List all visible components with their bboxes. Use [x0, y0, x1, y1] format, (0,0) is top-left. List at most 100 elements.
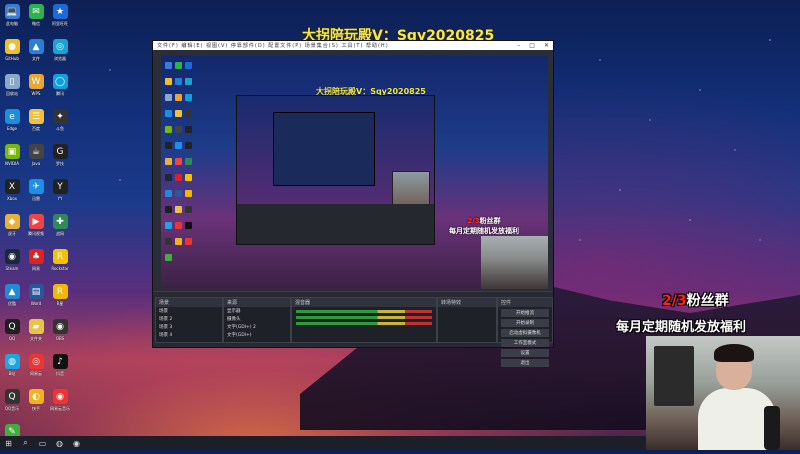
studio-mode-button[interactable]: 工作室模式	[501, 339, 549, 347]
scene-item[interactable]: 场景 4	[156, 331, 222, 339]
desktop-icon[interactable]: ♪ 抖音	[48, 354, 72, 384]
preview-promo-title: 粉丝群	[479, 217, 501, 225]
desktop-icon[interactable]: ☰ 百度	[24, 109, 48, 139]
settings-button[interactable]: 设置	[501, 349, 549, 357]
desktop-icon[interactable]: G 罗技	[48, 144, 72, 174]
desktop-icon[interactable]: ✉ 微信	[24, 4, 48, 34]
source-item[interactable]: 摄像头	[224, 315, 290, 323]
maximize-icon[interactable]: □	[529, 42, 535, 49]
preview-mini-icon	[165, 238, 172, 245]
desktop-icon[interactable]: X Xbox	[0, 179, 24, 209]
desktop-icon-label: 优酷	[8, 301, 16, 306]
desktop-icon[interactable]: R R星	[48, 284, 72, 314]
source-item[interactable]: 文字(GDI+) 2	[224, 323, 290, 331]
scene-item[interactable]: 场景 2	[156, 315, 222, 323]
desktop-icon[interactable]: ▰ 文件夹	[24, 319, 48, 349]
preview-mini-icon	[165, 110, 172, 117]
desktop-icon[interactable]: ▤ Word	[24, 284, 48, 314]
source-item[interactable]: 显示器	[224, 307, 290, 315]
desktop-icon-label: Word	[30, 301, 42, 306]
preview-mini-icon	[175, 126, 182, 133]
start-icon[interactable]: ⊞	[4, 439, 13, 448]
minimize-icon[interactable]: –	[517, 42, 520, 49]
desktop-icon[interactable]: ◍ B站	[0, 354, 24, 384]
desktop-icon[interactable]: ▯ 回收站	[0, 74, 24, 104]
mixer-track-mic[interactable]	[296, 316, 432, 319]
controls-panel[interactable]: 控件 开始推流 开始录制 启动虚拟摄像机 工作室模式 设置 退出	[497, 297, 553, 367]
desktop-icon[interactable]: e Edge	[0, 109, 24, 139]
desktop-icon-grid: 💻 此电脑 ✉ 微信 ★ 阿里旺旺 ● GitHub ▲ 文件 ◎ 浏览器 ▯ 回收站 W WPS ◯ 腾讯 e Ed…	[0, 0, 80, 446]
desktop-icon-label: 此电脑	[6, 21, 18, 26]
desktop-icon[interactable]: ▲ 优酷	[0, 284, 24, 314]
obs-icon[interactable]: ◉	[72, 439, 81, 448]
desktop-icon[interactable]: ▲ 文件	[24, 39, 48, 69]
desktop-icon[interactable]: Y YY	[48, 179, 72, 209]
desktop-icon[interactable]: ● GitHub	[0, 39, 24, 69]
obs-menu-bar[interactable]: 文件(F) 编辑(E) 视图(V) 停靠部件(D) 配置文件(P) 场景集合(S…	[157, 42, 517, 49]
app-icon: R	[52, 284, 68, 299]
preview-mini-icon	[175, 142, 182, 149]
desktop-icon[interactable]: ✦ 斗鱼	[48, 109, 72, 139]
preview-mini-icon	[165, 174, 172, 181]
obs-preview[interactable]: 大拐陪玩殿V：Sqy2020825 2/3粉丝群 每月定期随机发放福利	[161, 56, 548, 289]
preview-mini-icon	[165, 222, 172, 229]
desktop-icon[interactable]: ◐ 快手	[24, 389, 48, 419]
app-icon: W	[28, 74, 44, 89]
preview-mini-icon	[185, 206, 192, 213]
desktop-icon[interactable]: ◉ 网易云音乐	[48, 389, 72, 419]
preview-mini-icon	[165, 78, 172, 85]
desktop-icon-label: YY	[57, 196, 63, 201]
mixer-track-desktop-audio[interactable]	[296, 310, 432, 313]
app-icon: Q	[4, 319, 20, 334]
scenes-panel[interactable]: 场景 场景 场景 2 场景 3 场景 4	[155, 297, 223, 343]
desktop-icon[interactable]: ★ 阿里旺旺	[48, 4, 72, 34]
preview-nested-obs	[236, 95, 435, 245]
sources-panel[interactable]: 来源 显示器 摄像头 文字(GDI+) 2 文字(GDI+)	[223, 297, 291, 343]
desktop-icon[interactable]: Q QQ音乐	[0, 389, 24, 419]
desktop-icon[interactable]: Q QQ	[0, 319, 24, 349]
virtual-camera-button[interactable]: 启动虚拟摄像机	[501, 329, 549, 337]
desktop-icon[interactable]: ◉ Steam	[0, 249, 24, 279]
app-icon: ◐	[28, 389, 44, 404]
desktop-icon[interactable]: ☕ Java	[24, 144, 48, 174]
desktop-icon[interactable]: 💻 此电脑	[0, 4, 24, 34]
edge-icon[interactable]: ◍	[55, 439, 64, 448]
desktop-icon[interactable]: ▣ NVIDIA	[0, 144, 24, 174]
mixer-track-aux[interactable]	[296, 322, 432, 325]
desktop-icon-label: OBS	[55, 336, 65, 341]
desktop-icon[interactable]: ◉ OBS	[48, 319, 72, 349]
start-recording-button[interactable]: 开始录制	[501, 319, 549, 327]
desktop-icon[interactable]: ◆ 虎牙	[0, 214, 24, 244]
start-streaming-button[interactable]: 开始推流	[501, 309, 549, 317]
app-icon: ✈	[28, 179, 44, 194]
desktop-icon[interactable]: ✚ 战网	[48, 214, 72, 244]
desktop-icon-label: 网易	[32, 266, 40, 271]
mixer-panel[interactable]: 混音器	[291, 297, 437, 343]
task-view-icon[interactable]: ▭	[38, 439, 47, 448]
source-item[interactable]: 文字(GDI+)	[224, 331, 290, 339]
desktop-icon[interactable]: ▶ 腾讯视频	[24, 214, 48, 244]
close-icon[interactable]: ✕	[544, 42, 549, 49]
obs-window[interactable]: 文件(F) 编辑(E) 视图(V) 停靠部件(D) 配置文件(P) 场景集合(S…	[152, 40, 554, 367]
webcam-background-shelf	[654, 346, 694, 406]
exit-button[interactable]: 退出	[501, 359, 549, 367]
desktop-icon[interactable]: ◎ 浏览器	[48, 39, 72, 69]
app-icon: ♣	[28, 249, 44, 264]
desktop-icon[interactable]: ♣ 网易	[24, 249, 48, 279]
desktop-icon[interactable]: ✈ 迅雷	[24, 179, 48, 209]
obs-titlebar[interactable]: 文件(F) 编辑(E) 视图(V) 停靠部件(D) 配置文件(P) 场景集合(S…	[153, 41, 553, 50]
desktop-icon[interactable]: R Rockstar	[48, 249, 72, 279]
app-icon: ◉	[52, 319, 68, 334]
desktop-icon[interactable]: W WPS	[24, 74, 48, 104]
app-icon: G	[52, 144, 68, 159]
preview-webcam	[481, 236, 548, 289]
scene-item[interactable]: 场景 3	[156, 323, 222, 331]
search-icon[interactable]: ⌕	[21, 438, 30, 448]
transitions-panel[interactable]: 转场特效	[437, 297, 497, 343]
scene-item[interactable]: 场景	[156, 307, 222, 315]
preview-mini-icon	[185, 110, 192, 117]
app-icon: R	[52, 249, 68, 264]
desktop-icon[interactable]: ◯ 腾讯	[48, 74, 72, 104]
preview-mini-icon	[175, 78, 182, 85]
desktop-icon[interactable]: ◎ 网易云	[24, 354, 48, 384]
